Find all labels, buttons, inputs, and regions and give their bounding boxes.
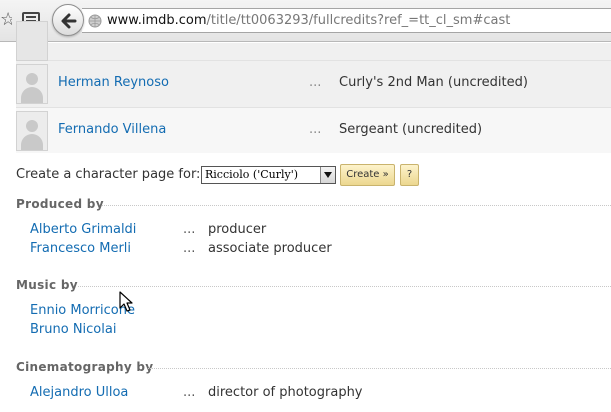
person-silhouette-icon: [26, 120, 38, 132]
cast-ellipsis: ...: [309, 75, 322, 90]
crew-credit: producer: [208, 222, 267, 237]
crew-credit: associate producer: [208, 241, 332, 256]
crew-name-link[interactable]: Francesco Merli: [30, 241, 131, 257]
crew-credit: director of photography: [208, 385, 363, 400]
crew-name-link[interactable]: Bruno Nicolai: [30, 322, 116, 338]
back-button[interactable]: [52, 4, 84, 36]
url-domain: www.imdb.com: [107, 13, 207, 28]
cast-ellipsis: ...: [309, 122, 322, 137]
section-title-cinematography-by: Cinematography by: [16, 359, 611, 375]
mouse-cursor-icon: [119, 291, 133, 312]
section-divider: [148, 368, 611, 369]
crew-ellipsis: ...: [183, 241, 196, 256]
character-select[interactable]: Ricciolo ('Curly'): [201, 166, 336, 184]
help-button[interactable]: ?: [400, 164, 419, 186]
section-divider: [78, 286, 611, 287]
section-title-produced-by: Produced by: [16, 196, 611, 212]
page-content: Herman Reynoso ... Curly's 2nd Man (uncr…: [0, 21, 611, 412]
cast-photo-placeholder[interactable]: [16, 21, 48, 61]
create-button[interactable]: Create »: [340, 164, 395, 186]
back-arrow-icon: [61, 13, 77, 29]
cast-character: Curly's 2nd Man (uncredited): [339, 75, 528, 90]
cast-row: Herman Reynoso ... Curly's 2nd Man (uncr…: [16, 61, 611, 107]
crew-ellipsis: ...: [183, 385, 196, 400]
cast-row-partial: [16, 21, 611, 61]
character-select-value: Ricciolo ('Curly'): [205, 168, 299, 181]
cast-row: Fernando Villena ... Sergeant (uncredite…: [16, 107, 611, 153]
address-bar[interactable]: www.imdb.com/title/tt0063293/fullcredits…: [82, 8, 611, 33]
cast-photo-placeholder[interactable]: [16, 111, 48, 151]
cast-name-link[interactable]: Fernando Villena: [58, 122, 166, 138]
crew-name-link[interactable]: Alejandro Ulloa: [30, 385, 128, 401]
crew-name-link[interactable]: Alberto Grimaldi: [30, 222, 136, 238]
bookmark-star-icon[interactable]: ☆: [0, 9, 12, 31]
character-page-form: Create a character page for: Ricciolo ('…: [16, 164, 436, 186]
globe-icon: [88, 14, 102, 28]
cast-photo-placeholder[interactable]: [16, 64, 48, 104]
section-divider: [102, 205, 611, 206]
browser-toolbar: ☆ www.imdb.com/title/tt0063293/fullcredi…: [0, 0, 611, 42]
cast-character: Sergeant (uncredited): [339, 122, 483, 137]
url-text[interactable]: www.imdb.com/title/tt0063293/fullcredits…: [107, 12, 510, 29]
character-page-label: Create a character page for:: [16, 167, 201, 182]
person-silhouette-icon: [26, 73, 38, 85]
crew-ellipsis: ...: [183, 222, 196, 237]
section-title-music-by: Music by: [16, 277, 611, 293]
dropdown-arrow-icon[interactable]: [320, 167, 335, 183]
url-path: /title/tt0063293/fullcredits?ref_=tt_cl_…: [206, 13, 511, 28]
cast-name-link[interactable]: Herman Reynoso: [58, 75, 169, 91]
